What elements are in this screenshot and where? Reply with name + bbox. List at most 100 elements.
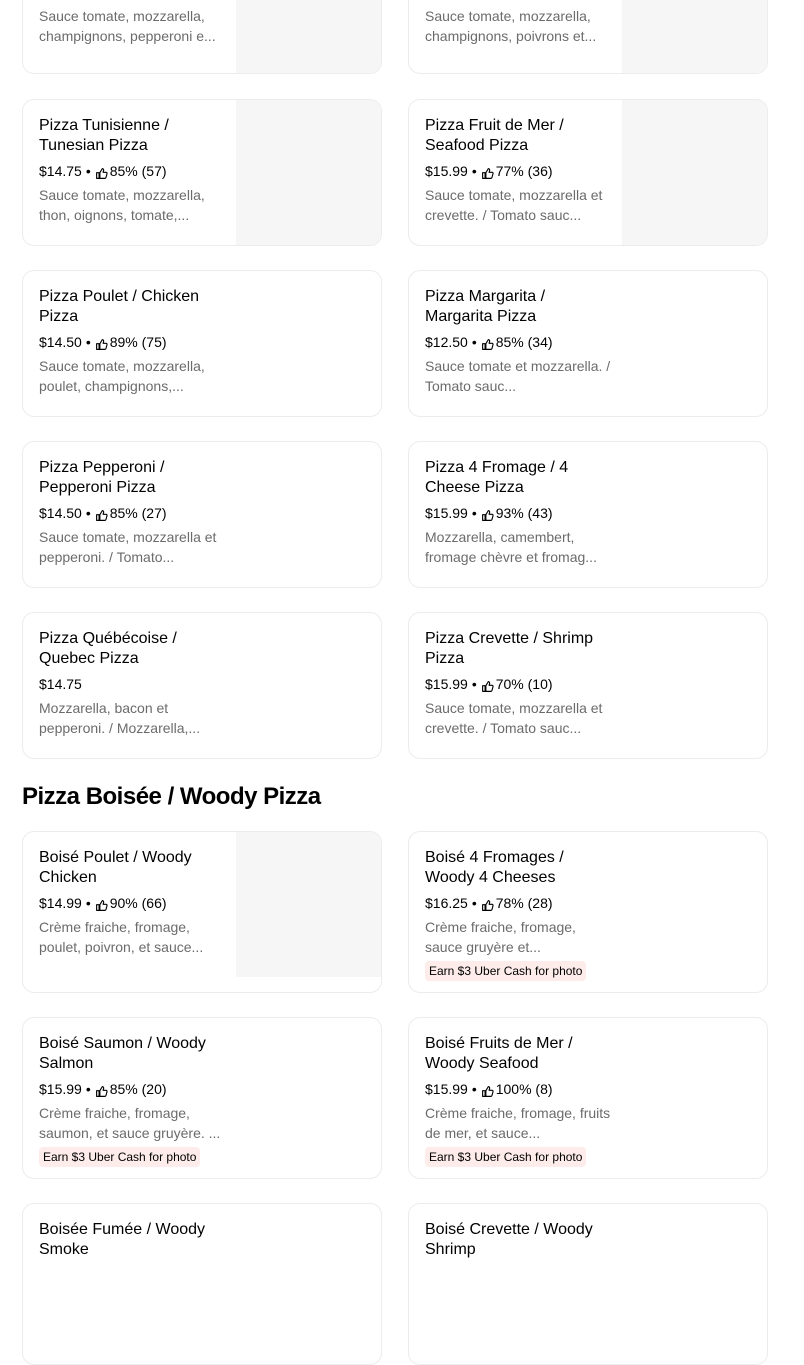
separator-dot: • bbox=[471, 895, 477, 911]
menu-item-info: Pizza Fruit de Mer / Seafood Pizza $15.99… bbox=[425, 116, 611, 225]
menu-item-rating: 89% (75) bbox=[109, 334, 167, 350]
menu-item-info: $14.75 • 91% (57) Sauce tomate, mozzarella,… bbox=[39, 0, 225, 46]
menu-item-card[interactable]: Pizza Poulet / Chicken Pizza $14.50 • 89% (… bbox=[22, 270, 382, 417]
menu-item-image[interactable] bbox=[622, 100, 767, 245]
menu-item-info: Pizza Poulet / Chicken Pizza $14.50 • 89% (… bbox=[39, 287, 225, 396]
menu-item-card[interactable]: Boisé Poulet / Woody Chicken $14.99 • 90% (… bbox=[22, 831, 382, 993]
thumbs-up-icon bbox=[481, 507, 494, 521]
menu-item-card[interactable]: Pizza 4 Fromage / 4 Cheese Pizza $15.99 • 9… bbox=[408, 441, 768, 588]
menu-item-title: Boisé Crevette / Woody Shrimp bbox=[425, 1221, 593, 1258]
thumbs-up-icon bbox=[95, 1083, 108, 1097]
thumbs-up-icon bbox=[481, 1083, 494, 1097]
menu-item-price: $14.99 bbox=[39, 895, 82, 911]
menu-item-image[interactable] bbox=[236, 832, 381, 977]
menu-item-rating: 77% (36) bbox=[495, 163, 553, 179]
menu-item-card[interactable]: Boisé Crevette / Woody Shrimp bbox=[408, 1203, 768, 1365]
menu-item-card[interactable]: Boisé Saumon / Woody Salmon $15.99 • 85% (2… bbox=[22, 1017, 382, 1179]
menu-item-info: Boisé Fruits de Mer / Woody Seafood $15.9… bbox=[425, 1034, 611, 1167]
menu-item-title: Pizza Poulet / Chicken Pizza bbox=[39, 288, 200, 325]
menu-item-title: Pizza Pepperoni / Pepperoni Pizza bbox=[39, 459, 165, 496]
menu-item-price: $15.99 bbox=[425, 505, 468, 521]
menu-item-rating: 93% (46) bbox=[496, 0, 553, 2]
menu-item-title: Pizza 4 Fromage / 4 Cheese Pizza bbox=[425, 459, 569, 496]
menu-item-description: Sauce tomate, mozzarella et crevette. / … bbox=[425, 700, 603, 736]
menu-item-title: Pizza Fruit de Mer / Seafood Pizza bbox=[425, 117, 564, 154]
menu-item-description: Sauce tomate, mozzarella, champignons, p… bbox=[425, 8, 597, 44]
separator-dot: • bbox=[471, 1081, 477, 1097]
menu-item-description: Crème fraiche, fromage, saumon, et sauce… bbox=[39, 1105, 221, 1141]
separator-dot: • bbox=[471, 505, 477, 521]
menu-item-info: Boisée Fumée / Woody Smoke bbox=[39, 1220, 225, 1260]
menu-item-price: $16.25 bbox=[425, 895, 468, 911]
menu-item-rating: 70% (10) bbox=[495, 676, 553, 692]
menu-item-rating: 78% (28) bbox=[495, 895, 553, 911]
uber-cash-promo-badge: Earn $3 Uber Cash for photo bbox=[425, 961, 587, 981]
menu-item-description: Crème fraiche, fromage, fruits de mer, e… bbox=[425, 1105, 611, 1141]
thumbs-up-icon bbox=[481, 165, 494, 179]
menu-item-card[interactable]: Pizza Québécoise / Quebec Pizza $14.75 Moz… bbox=[22, 612, 382, 759]
menu-item-rating: 85% (20) bbox=[109, 1081, 167, 1097]
menu-item-title: Boisé 4 Fromages / Woody 4 Cheeses bbox=[425, 849, 564, 886]
menu-item-description: Sauce tomate, mozzarella, thon, oignons,… bbox=[39, 187, 205, 223]
menu-item-card[interactable]: Pizza Fruit de Mer / Seafood Pizza $15.99… bbox=[408, 99, 768, 246]
menu-item-meta: $15.99 • 93% (43) bbox=[425, 503, 611, 523]
menu-item-meta: $12.50 • 85% (34) bbox=[425, 332, 611, 352]
menu-item-meta: $16.25 • 78% (28) bbox=[425, 893, 611, 913]
menu-item-meta: $14.99 • 90% (66) bbox=[39, 893, 225, 913]
separator-dot: • bbox=[86, 0, 91, 2]
uber-cash-promo-badge: Earn $3 Uber Cash for photo bbox=[39, 1147, 201, 1167]
menu-item-rating: 90% (66) bbox=[109, 895, 167, 911]
menu-item-info: Boisé Crevette / Woody Shrimp bbox=[425, 1220, 611, 1260]
menu-item-meta: $14.75 bbox=[39, 674, 225, 694]
menu-item-info: Boisé Saumon / Woody Salmon $15.99 • 85% (2… bbox=[39, 1034, 225, 1167]
menu-item-image[interactable] bbox=[236, 0, 381, 73]
menu-item-info: $15.50 • 93% (46) Sauce tomate, mozzarella,… bbox=[425, 0, 611, 46]
thumbs-up-icon bbox=[481, 336, 494, 350]
menu-item-card[interactable]: Pizza Pepperoni / Pepperoni Pizza $14.50 •… bbox=[22, 441, 382, 588]
menu-item-card[interactable]: Boisé 4 Fromages / Woody 4 Cheeses $16.25… bbox=[408, 831, 768, 993]
separator-dot: • bbox=[472, 0, 477, 2]
menu-item-meta: $15.99 • 77% (36) bbox=[425, 161, 611, 181]
menu-item-rating: 85% (27) bbox=[109, 505, 167, 521]
menu-item-image[interactable] bbox=[622, 0, 767, 73]
menu-item-meta: $14.50 • 85% (27) bbox=[39, 503, 225, 523]
menu-item-price: $15.99 bbox=[425, 163, 468, 179]
section-title: Pizza Boisée / Woody Pizza bbox=[22, 783, 321, 810]
menu-item-info: Pizza Tunisienne / Tunesian Pizza $14.75 •… bbox=[39, 116, 225, 225]
separator-dot: • bbox=[85, 505, 91, 521]
menu-item-info: Boisé 4 Fromages / Woody 4 Cheeses $16.25… bbox=[425, 848, 611, 981]
menu-item-card[interactable]: Pizza Crevette / Shrimp Pizza $15.99 • 70% … bbox=[408, 612, 768, 759]
menu-item-card[interactable]: $14.75 • 91% (57) Sauce tomate, mozzarella,… bbox=[22, 0, 382, 74]
menu-item-image[interactable] bbox=[236, 100, 381, 245]
separator-dot: • bbox=[85, 1081, 91, 1097]
menu-item-card[interactable]: Boisé Fruits de Mer / Woody Seafood $15.9… bbox=[408, 1017, 768, 1179]
menu-item-description: Sauce tomate et mozzarella. / Tomato sau… bbox=[425, 358, 611, 394]
menu-item-rating: 85% (34) bbox=[495, 334, 553, 350]
menu-item-price: $15.50 bbox=[425, 0, 468, 2]
separator-dot: • bbox=[85, 334, 91, 350]
menu-item-description: Mozzarella, bacon et pepperoni. / Mozzar… bbox=[39, 700, 201, 736]
separator-dot: • bbox=[471, 334, 477, 350]
separator-dot: • bbox=[471, 676, 477, 692]
menu-item-meta: $15.99 • 70% (10) bbox=[425, 674, 611, 694]
menu-item-meta: $15.50 • 93% (46) bbox=[425, 0, 611, 2]
menu-item-description: Crème fraiche, fromage, sauce gruyère et… bbox=[425, 919, 576, 955]
menu-item-title: Pizza Québécoise / Quebec Pizza bbox=[39, 630, 177, 667]
menu-item-description: Sauce tomate, mozzarella, poulet, champi… bbox=[39, 358, 205, 394]
menu-item-title: Pizza Margarita / Margarita Pizza bbox=[425, 288, 546, 325]
menu-item-description: Sauce tomate, mozzarella et crevette. / … bbox=[425, 187, 603, 223]
menu-item-description: Sauce tomate, mozzarella, champignons, p… bbox=[39, 8, 216, 44]
menu-item-card[interactable]: Boisée Fumée / Woody Smoke bbox=[22, 1203, 382, 1365]
separator-dot: • bbox=[471, 163, 477, 179]
thumbs-up-icon bbox=[95, 507, 108, 521]
menu-item-title: Boisé Saumon / Woody Salmon bbox=[39, 1035, 206, 1072]
menu-item-price: $15.99 bbox=[425, 676, 468, 692]
menu-item-info: Boisé Poulet / Woody Chicken $14.99 • 90% (… bbox=[39, 848, 225, 957]
menu-item-meta: $14.75 • 85% (57) bbox=[39, 161, 225, 181]
menu-item-card[interactable]: $15.50 • 93% (46) Sauce tomate, mozzarella,… bbox=[408, 0, 768, 74]
thumbs-up-icon bbox=[481, 678, 494, 692]
menu-item-card[interactable]: Pizza Margarita / Margarita Pizza $12.50 •… bbox=[408, 270, 768, 417]
menu-item-card[interactable]: Pizza Tunisienne / Tunesian Pizza $14.75 •… bbox=[22, 99, 382, 246]
menu-item-price: $14.75 bbox=[39, 0, 82, 2]
thumbs-up-icon bbox=[95, 336, 108, 350]
